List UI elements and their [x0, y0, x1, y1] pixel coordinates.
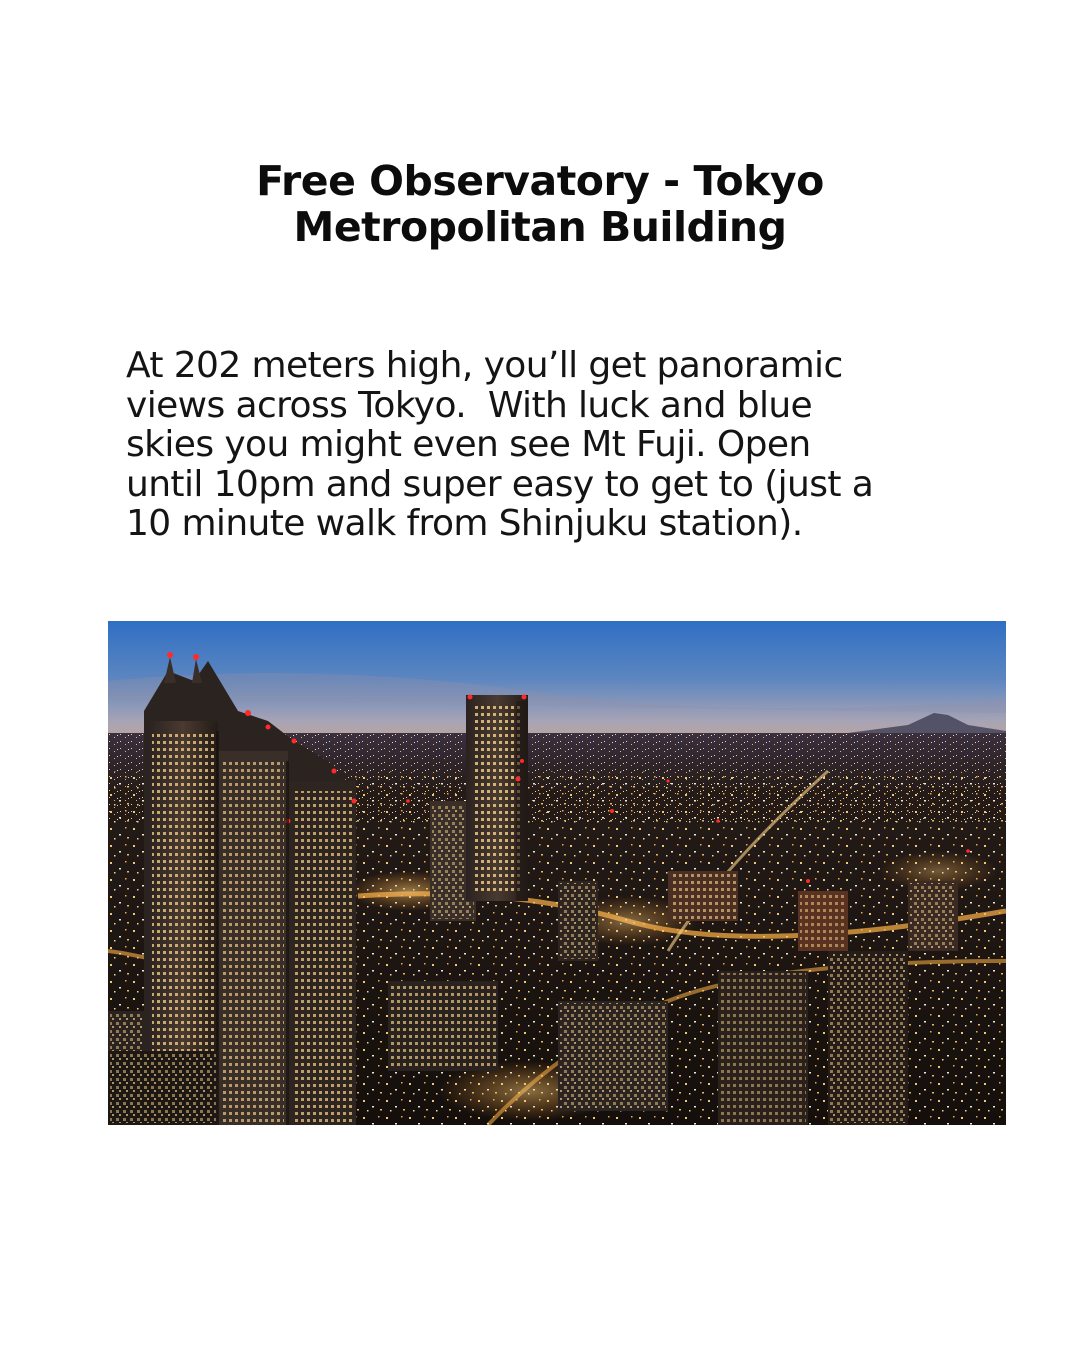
title-line-1: Free Observatory - Tokyo: [256, 157, 824, 205]
description-line-1: At 202 meters high, you’ll get panoramic: [126, 345, 843, 386]
description-line-2: views across Tokyo. With luck and blue: [126, 384, 813, 426]
center-tower: [466, 694, 528, 901]
description-paragraph: At 202 meters high, you’ll get panoramic…: [126, 346, 966, 544]
description-line-4: until 10pm and super easy to get to (jus…: [126, 463, 874, 505]
page-title: Free Observatory - Tokyo Metropolitan Bu…: [0, 158, 1080, 250]
title-line-2: Metropolitan Building: [293, 203, 787, 251]
tokyo-night-skyline-photo: [108, 621, 1006, 1125]
description-line-3: skies you might even see Mt Fuji. Open: [126, 424, 811, 465]
description-line-5: 10 minute walk from Shinjuku station).: [126, 503, 803, 544]
